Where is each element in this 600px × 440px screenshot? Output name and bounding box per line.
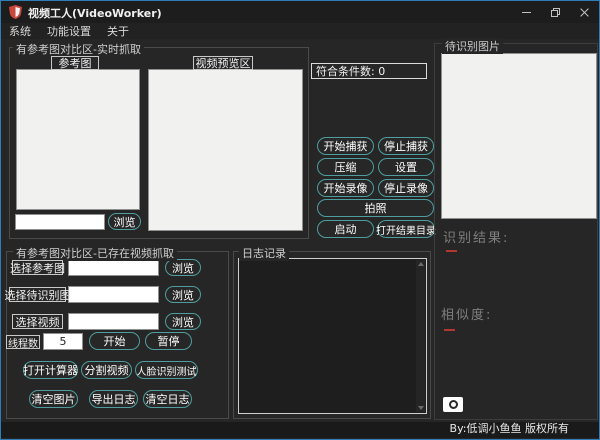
- shield-icon: [9, 5, 22, 19]
- settings-button[interactable]: 设置: [378, 158, 434, 176]
- live-browse-button[interactable]: 浏览: [108, 213, 141, 230]
- log-group-title: 日志记录: [239, 245, 289, 261]
- window-controls: [512, 1, 599, 23]
- split-video-button[interactable]: 分割视频: [81, 361, 132, 379]
- clear-log-button[interactable]: 清空日志: [143, 390, 192, 408]
- reference-path-input[interactable]: [15, 214, 105, 230]
- minimize-button[interactable]: [512, 1, 541, 23]
- restore-icon: [551, 8, 560, 17]
- select-reference-button[interactable]: 选择参考图: [12, 260, 63, 275]
- menu-function-settings[interactable]: 功能设置: [39, 23, 99, 39]
- menu-about[interactable]: 关于: [99, 23, 137, 39]
- export-log-button[interactable]: 导出日志: [89, 390, 138, 408]
- start-record-button[interactable]: 开始录像: [317, 179, 374, 197]
- browse-reference-button[interactable]: 浏览: [165, 259, 201, 276]
- scroll-down-icon: [418, 406, 424, 410]
- video-preview-panel: [148, 69, 303, 231]
- reference-image-panel: [16, 69, 140, 210]
- similarity-value-dash: [444, 329, 455, 331]
- photo-button[interactable]: 拍照: [317, 199, 434, 217]
- compress-button[interactable]: 压缩: [317, 158, 374, 176]
- camera-icon[interactable]: [443, 397, 463, 412]
- maximize-button[interactable]: [541, 1, 570, 23]
- status-bar: By:低调小鱼鱼 版权所有: [1, 422, 599, 438]
- video-file-input[interactable]: [68, 313, 159, 330]
- launch-button[interactable]: 启动: [317, 220, 374, 238]
- window-title: 视频工人(VideoWorker): [28, 5, 162, 21]
- target-image-panel: [441, 53, 597, 219]
- video-preview-label: 视频预览区: [193, 56, 253, 70]
- menu-system[interactable]: 系统: [1, 23, 39, 39]
- reference-file-input[interactable]: [68, 259, 159, 276]
- match-count-box: 符合条件数: 0: [311, 63, 427, 79]
- result-label: 识别结果:: [443, 227, 509, 246]
- camera-lens-icon: [449, 400, 458, 409]
- select-target-button[interactable]: 选择待识别图: [9, 287, 66, 302]
- browse-video-button[interactable]: 浏览: [165, 313, 201, 330]
- stop-capture-button[interactable]: 停止捕获: [378, 137, 434, 155]
- face-recognition-test-button[interactable]: 人脸识别测试: [135, 361, 198, 379]
- app-window: 视频工人(VideoWorker) 系统 功能设置 关于 有参考图对比区-实时抓…: [0, 0, 600, 440]
- thread-count-input[interactable]: [43, 333, 83, 350]
- open-result-dir-button[interactable]: 打开结果目录: [377, 220, 435, 238]
- minimize-icon: [522, 12, 531, 13]
- target-file-input[interactable]: [68, 286, 159, 303]
- thread-count-label: 线程数: [6, 335, 40, 349]
- close-button[interactable]: [570, 1, 599, 23]
- menu-bar: 系统 功能设置 关于: [1, 23, 599, 39]
- close-icon: [579, 7, 590, 18]
- similarity-label: 相似度:: [441, 304, 492, 323]
- clear-images-button[interactable]: 清空图片: [29, 390, 78, 408]
- result-value-dash: [446, 250, 457, 252]
- title-bar: 视频工人(VideoWorker): [1, 1, 599, 23]
- select-video-button[interactable]: 选择视频: [12, 314, 63, 329]
- scroll-up-icon: [418, 262, 424, 266]
- stop-record-button[interactable]: 停止录像: [378, 179, 434, 197]
- credit-text: By:低调小鱼鱼 版权所有: [450, 420, 569, 436]
- browse-target-button[interactable]: 浏览: [165, 286, 201, 303]
- start-button[interactable]: 开始: [89, 332, 140, 350]
- start-capture-button[interactable]: 开始捕获: [317, 137, 374, 155]
- open-calculator-button[interactable]: 打开计算器: [23, 361, 78, 379]
- pause-button[interactable]: 暂停: [145, 332, 192, 350]
- log-scrollbar[interactable]: [416, 260, 425, 412]
- log-textarea[interactable]: [238, 258, 427, 414]
- reference-image-label: 参考图: [51, 56, 99, 70]
- target-image-title: 待识别图片: [442, 38, 503, 54]
